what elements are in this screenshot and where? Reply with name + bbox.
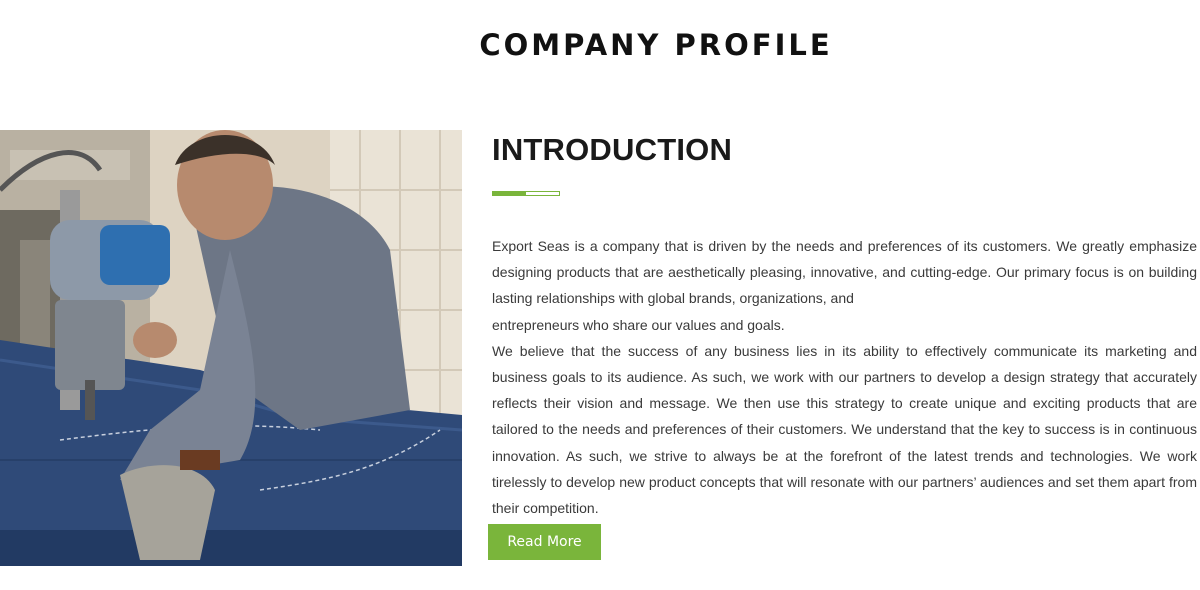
introduction-text: Export Seas is a company that is driven …	[492, 233, 1197, 521]
heading-underline-accent	[493, 192, 526, 195]
fabric-cutting-photo	[0, 130, 462, 566]
read-more-button[interactable]: Read More	[488, 524, 601, 560]
intro-paragraph-1: Export Seas is a company that is driven …	[492, 238, 1197, 307]
intro-paragraph-2: We believe that the success of any busin…	[492, 342, 1197, 517]
introduction-heading: INTRODUCTION	[492, 132, 733, 167]
intro-paragraph-1-continued: entrepreneurs who share our values and g…	[492, 316, 785, 333]
page-title: COMPANY PROFILE	[479, 28, 833, 62]
heading-underline	[492, 191, 560, 196]
